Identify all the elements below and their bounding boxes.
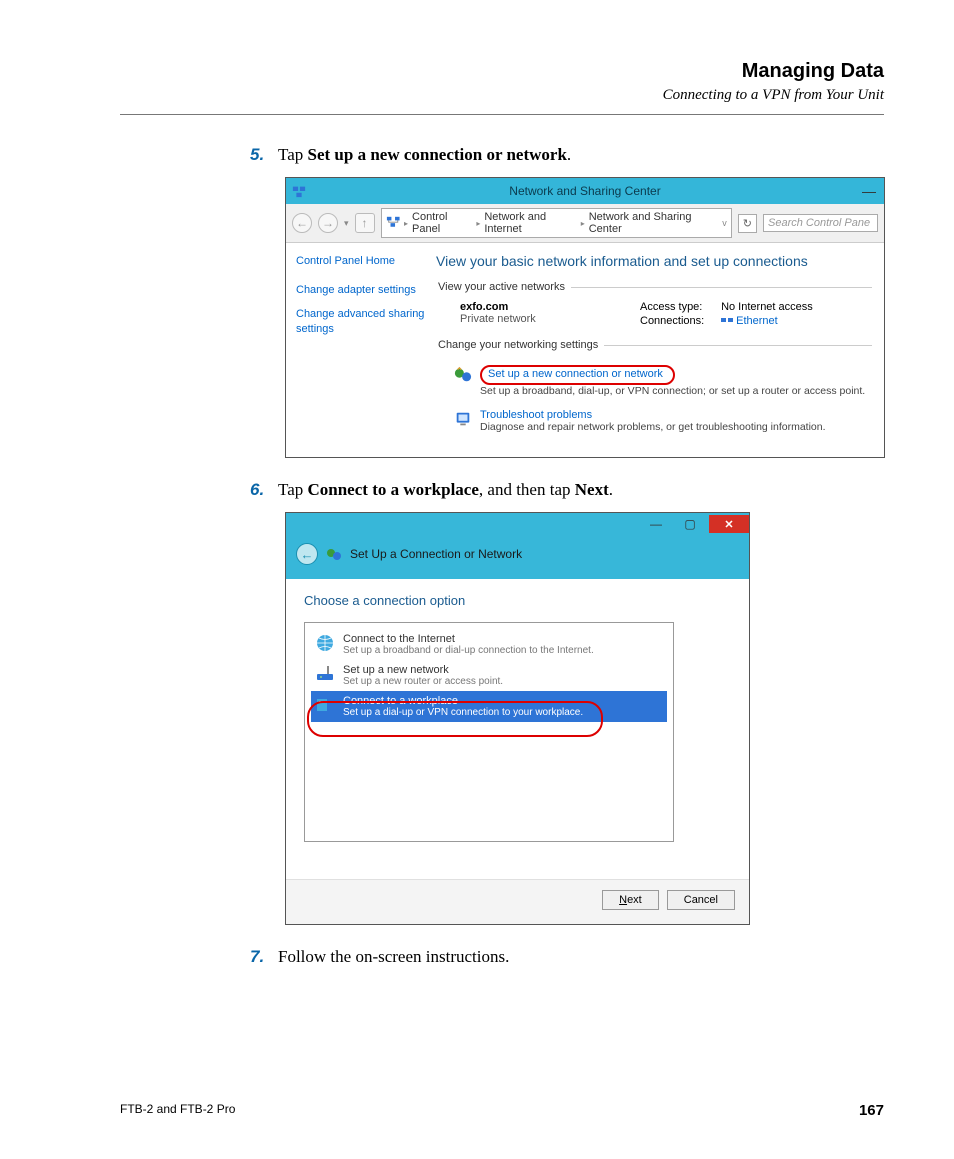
wiz-footer: Next Cancel	[286, 879, 749, 924]
footer-page-number: 167	[859, 1102, 884, 1119]
nsc-sidebar: Control Panel Home Change adapter settin…	[286, 243, 436, 457]
page-title: Managing Data	[120, 60, 884, 83]
next-button[interactable]: Next	[602, 890, 659, 910]
cancel-button[interactable]: Cancel	[667, 890, 735, 910]
opt-setup-network[interactable]: Set up a new network Set up a new router…	[311, 660, 667, 691]
setup-connection-icon	[454, 366, 472, 384]
step-6-number: 6.	[250, 480, 278, 500]
network-name: exfo.com	[460, 301, 640, 313]
sidebar-change-adapter[interactable]: Change adapter settings	[296, 283, 426, 297]
troubleshoot-link[interactable]: Troubleshoot problems	[480, 409, 592, 421]
breadcrumb-network-internet[interactable]: Network and Internet	[484, 211, 576, 235]
screenshot-setup-wizard: — ▢ ✕ ← Set Up a Connection or Network C…	[285, 512, 750, 925]
header-rule	[120, 114, 884, 115]
step-5: 5. Tap Set up a new connection or networ…	[250, 145, 884, 165]
setup-connection-desc: Set up a broadband, dial-up, or VPN conn…	[480, 385, 865, 397]
screenshot-network-sharing-center: Network and Sharing Center — ← → ▾ ↑ ▸ C…	[285, 177, 885, 458]
search-input[interactable]: Search Control Pane	[763, 214, 878, 232]
refresh-button[interactable]: ↻	[738, 214, 757, 233]
network-type: Private network	[460, 313, 640, 325]
history-dropdown-icon[interactable]: ▾	[344, 218, 349, 229]
up-button[interactable]: ↑	[355, 213, 375, 233]
breadcrumb-control-panel[interactable]: Control Panel	[412, 211, 472, 235]
wiz-header: ← Set Up a Connection or Network	[286, 535, 749, 579]
nsc-heading: View your basic network information and …	[436, 253, 872, 269]
nsc-main: View your basic network information and …	[436, 243, 884, 457]
step-5-text: Tap Set up a new connection or network.	[278, 145, 571, 165]
step-6-text: Tap Connect to a workplace, and then tap…	[278, 480, 613, 500]
wiz-window-title: Set Up a Connection or Network	[350, 547, 522, 561]
ethernet-icon	[721, 316, 733, 326]
nsc-toolbar: ← → ▾ ↑ ▸ Control Panel ▸ Network and In…	[286, 204, 884, 243]
troubleshoot-desc: Diagnose and repair network problems, or…	[480, 421, 826, 433]
back-button[interactable]: ←	[292, 213, 312, 233]
opt-setup-network-title: Set up a new network	[343, 664, 503, 676]
opt-setup-network-desc: Set up a new router or access point.	[343, 676, 503, 687]
forward-button[interactable]: →	[318, 213, 338, 233]
page-footer: FTB-2 and FTB-2 Pro 167	[120, 1102, 884, 1119]
wiz-titlebar: — ▢ ✕	[286, 513, 749, 535]
step-7: 7. Follow the on-screen instructions.	[250, 947, 884, 967]
nsc-window-title: Network and Sharing Center	[286, 184, 884, 198]
wiz-heading: Choose a connection option	[304, 593, 731, 608]
wiz-minimize-button[interactable]: —	[641, 515, 671, 533]
breadcrumb[interactable]: ▸ Control Panel ▸ Network and Internet ▸…	[381, 208, 732, 238]
sidebar-control-panel-home[interactable]: Control Panel Home	[296, 255, 426, 267]
minimize-icon[interactable]: —	[862, 183, 876, 199]
breadcrumb-network-sharing[interactable]: Network and Sharing Center	[589, 211, 715, 235]
wiz-option-list: Connect to the Internet Set up a broadba…	[304, 622, 674, 842]
network-center-icon	[386, 215, 400, 231]
connections-ethernet-link[interactable]: Ethernet	[736, 315, 778, 327]
opt-connect-workplace-title: Connect to a workplace	[343, 695, 583, 707]
wiz-close-button[interactable]: ✕	[709, 515, 749, 533]
workplace-icon	[315, 695, 335, 715]
breadcrumb-dropdown-icon[interactable]: v	[722, 218, 727, 228]
active-networks-legend: View your active networks	[436, 281, 571, 293]
page-subtitle: Connecting to a VPN from Your Unit	[120, 87, 884, 104]
wiz-back-button[interactable]: ←	[296, 543, 318, 565]
step-6: 6. Tap Connect to a workplace, and then …	[250, 480, 884, 500]
active-networks-group: View your active networks exfo.com Priva…	[436, 281, 872, 329]
opt-connect-workplace-desc: Set up a dial-up or VPN connection to yo…	[343, 707, 583, 718]
opt-connect-internet-desc: Set up a broadband or dial-up connection…	[343, 645, 594, 656]
step-5-number: 5.	[250, 145, 278, 165]
wiz-maximize-button[interactable]: ▢	[675, 515, 705, 533]
change-settings-legend: Change your networking settings	[436, 339, 604, 351]
setup-connection-highlight: Set up a new connection or network	[480, 365, 675, 385]
wiz-header-icon	[326, 546, 342, 562]
opt-connect-internet[interactable]: Connect to the Internet Set up a broadba…	[311, 629, 667, 660]
sidebar-change-advanced-sharing[interactable]: Change advanced sharing settings	[296, 307, 426, 336]
troubleshoot-icon	[454, 410, 472, 428]
access-type-value: No Internet access	[721, 301, 813, 313]
change-settings-group: Change your networking settings Set up a…	[436, 339, 872, 433]
access-type-label: Access type:	[640, 301, 718, 313]
opt-connect-workplace[interactable]: Connect to a workplace Set up a dial-up …	[311, 691, 667, 722]
step-7-number: 7.	[250, 947, 278, 967]
setup-connection-link[interactable]: Set up a new connection or network	[488, 368, 663, 380]
setup-connection-item[interactable]: Set up a new connection or network Set u…	[436, 365, 872, 397]
connections-label: Connections:	[640, 315, 718, 327]
footer-product: FTB-2 and FTB-2 Pro	[120, 1102, 235, 1119]
troubleshoot-item[interactable]: Troubleshoot problems Diagnose and repai…	[436, 409, 872, 433]
router-icon	[315, 664, 335, 684]
opt-connect-internet-title: Connect to the Internet	[343, 633, 594, 645]
globe-icon	[315, 633, 335, 653]
step-7-text: Follow the on-screen instructions.	[278, 947, 509, 967]
nsc-titlebar: Network and Sharing Center —	[286, 178, 884, 204]
